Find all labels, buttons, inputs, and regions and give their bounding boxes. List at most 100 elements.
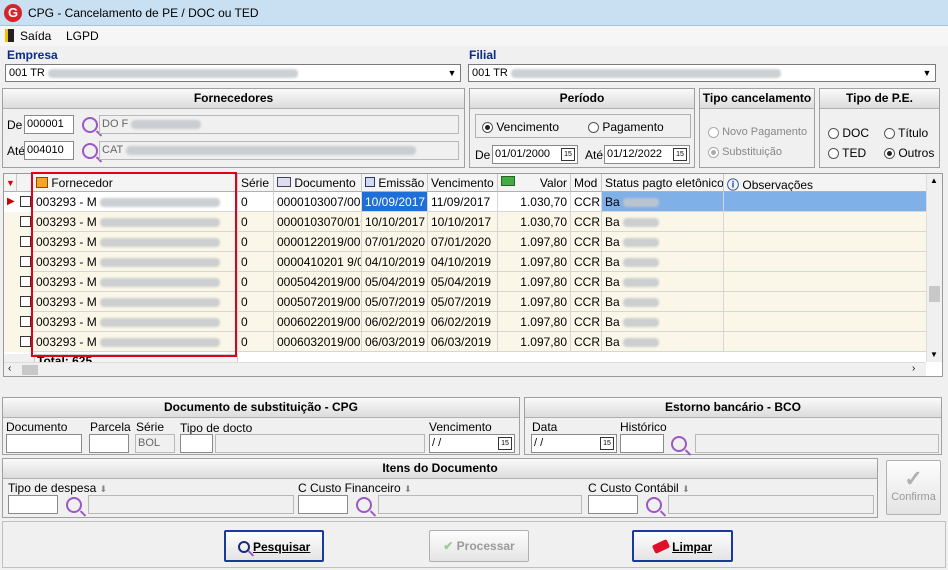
historico-code[interactable] [620, 434, 664, 453]
table-row[interactable]: ▶ 003293 - M 0 0000103007/001 10/09/2017 11/0… [4, 192, 926, 212]
processar-button[interactable]: ✔ Processar [429, 530, 529, 562]
fornecedor-de-code[interactable]: 000001 [24, 115, 74, 134]
cell-valor: 1.030,70 [498, 192, 571, 212]
pesquisar-button[interactable]: Pesquisar [224, 530, 324, 562]
radio-icon [482, 122, 493, 134]
search-icon[interactable] [82, 143, 98, 159]
row-checkbox[interactable] [20, 316, 31, 327]
col-mod[interactable]: Mod [571, 174, 602, 192]
cell-vencimento: 05/07/2019 [428, 292, 498, 312]
scroll-left-icon[interactable]: ‹ [8, 363, 11, 374]
fornecedor-ate-code[interactable]: 004010 [24, 141, 74, 160]
table-row[interactable]: 003293 - M 0 0000122019/001 07/01/2020 07/01… [4, 232, 926, 252]
col-status[interactable]: Status pagto eletônico [602, 174, 724, 192]
cell-vencimento: 10/10/2017 [428, 212, 498, 232]
col-fornecedor[interactable]: Fornecedor [33, 174, 238, 192]
fornecedores-title: Fornecedores [3, 89, 464, 109]
cell-valor: 1.097,80 [498, 332, 571, 352]
row-checkbox[interactable] [20, 216, 31, 227]
row-checkbox[interactable] [20, 276, 31, 287]
scroll-right-icon[interactable]: › [912, 363, 915, 374]
row-checkbox[interactable] [20, 296, 31, 307]
radio-doc[interactable]: DOC [828, 126, 869, 140]
scroll-down-icon[interactable]: ▼ [930, 350, 938, 359]
cell-observacoes [724, 292, 926, 312]
col-documento[interactable]: Documento [274, 174, 362, 192]
row-checkbox[interactable] [20, 196, 31, 207]
parcela-field[interactable] [89, 434, 129, 453]
filial-label: Filial [469, 48, 497, 62]
arrow-down-icon: ⬇ [99, 484, 108, 494]
cell-mod: CCR [571, 232, 602, 252]
calendar-icon [365, 177, 375, 187]
cell-valor: 1.097,80 [498, 232, 571, 252]
serie-field: BOL [135, 434, 175, 453]
col-observacoes[interactable]: ⓘ Observações [724, 174, 926, 192]
cell-mod: CCR [571, 192, 602, 212]
scroll-thumb[interactable] [929, 286, 940, 302]
calendar-icon[interactable]: 15 [600, 437, 614, 450]
radio-pagamento[interactable]: Pagamento [588, 120, 664, 134]
col-emissao[interactable]: Emissão [362, 174, 428, 192]
cell-emissao: 05/07/2019 [362, 292, 428, 312]
cc-contabil-code[interactable] [588, 495, 638, 514]
tipo-docto-code[interactable] [180, 434, 213, 453]
radio-substituicao: Substituição [708, 146, 782, 158]
radio-titulo[interactable]: Título [884, 126, 928, 140]
menu-lgpd[interactable]: LGPD [66, 29, 99, 43]
radio-ted[interactable]: TED [828, 146, 866, 160]
radio-vencimento[interactable]: Vencimento [482, 120, 559, 134]
limpar-button[interactable]: Limpar [632, 530, 733, 562]
row-checkbox[interactable] [20, 236, 31, 247]
documento-field[interactable] [6, 434, 82, 453]
cell-mod: CCR [571, 292, 602, 312]
cell-fornecedor: 003293 - M [33, 312, 238, 332]
table-row[interactable]: 003293 - M 0 0006022019/001 06/02/2019 06/02… [4, 312, 926, 332]
cell-documento: 0006032019/001 [274, 332, 362, 352]
historico-desc [695, 434, 939, 453]
tipo-despesa-code[interactable] [8, 495, 58, 514]
table-row[interactable]: 003293 - M 0 0006032019/001 06/03/2019 06/03… [4, 332, 926, 352]
app-logo-icon: G [4, 4, 22, 22]
col-serie[interactable]: Série [238, 174, 274, 192]
scroll-up-icon[interactable]: ▲ [930, 176, 938, 185]
search-icon[interactable] [66, 497, 82, 513]
menu-exit[interactable]: Saída [20, 29, 51, 43]
table-row[interactable]: 003293 - M 0 0000103070/010 10/10/2017 10/10… [4, 212, 926, 232]
search-icon[interactable] [356, 497, 372, 513]
search-icon[interactable] [671, 436, 687, 452]
periodo-panel: Período Vencimento Pagamento De 01/01/20… [469, 88, 695, 168]
scroll-thumb-h[interactable] [22, 365, 38, 375]
cc-financeiro-code[interactable] [298, 495, 348, 514]
radio-outros[interactable]: Outros [884, 146, 934, 160]
sort-indicator-icon: ▼ [4, 174, 17, 192]
historico-label: Histórico [620, 420, 667, 434]
filial-select[interactable]: 001 TR ▼ [468, 64, 936, 82]
table-row[interactable]: 003293 - M 0 0005042019/001 05/04/2019 05/04… [4, 272, 926, 292]
table-row[interactable]: 003293 - M 0 0005072019/001 05/07/2019 05/07… [4, 292, 926, 312]
search-icon[interactable] [82, 117, 98, 133]
data-label: Data [532, 420, 558, 434]
title-bar: G CPG - Cancelamento de PE / DOC ou TED [0, 0, 948, 26]
calendar-icon[interactable]: 15 [561, 148, 575, 161]
col-valor[interactable]: Valor [498, 174, 571, 192]
cell-observacoes [724, 272, 926, 292]
search-icon[interactable] [646, 497, 662, 513]
calendar-icon[interactable]: 15 [673, 148, 687, 161]
horizontal-scrollbar[interactable]: ‹ › [4, 362, 926, 376]
col-vencimento[interactable]: Vencimento [428, 174, 498, 192]
arrow-down-icon: ⬇ [404, 484, 412, 494]
confirma-button[interactable]: ✓ Confirma [886, 460, 941, 515]
cell-observacoes [724, 192, 926, 212]
row-checkbox[interactable] [20, 256, 31, 267]
empresa-select[interactable]: 001 TR ▼ [5, 64, 461, 82]
row-checkbox[interactable] [20, 336, 31, 347]
tipo-pe-title: Tipo de P.E. [820, 89, 939, 109]
calendar-icon[interactable]: 15 [498, 437, 512, 450]
table-row[interactable]: 003293 - M00000410201 9/00104/10/201904/… [4, 252, 926, 272]
vertical-scrollbar[interactable]: ▲ ▼ [926, 174, 942, 362]
cell-observacoes [724, 212, 926, 232]
doc-subst-title: Documento de substituição - CPG [3, 398, 519, 418]
tipo-pe-panel: Tipo de P.E. DOC Título TED Outros [819, 88, 940, 168]
cell-serie: 0 [238, 212, 274, 232]
